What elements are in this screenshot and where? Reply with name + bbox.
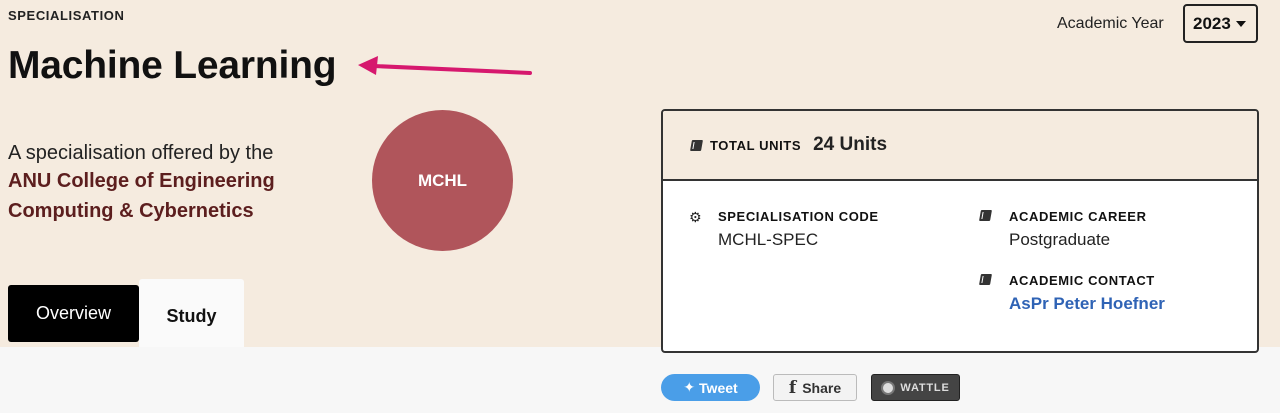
- specialisation-code-field: ⚙ SPECIALISATION CODE MCHL-SPEC: [689, 209, 879, 250]
- total-units-label: TOTAL UNITS: [710, 137, 802, 153]
- book-icon: [979, 210, 992, 221]
- chevron-down-icon: [1235, 20, 1246, 27]
- card-details: ⚙ SPECIALISATION CODE MCHL-SPEC ACADEMIC…: [663, 181, 1257, 351]
- tweet-button[interactable]: ✦ Tweet: [661, 374, 760, 401]
- specialisation-badge: MCHL: [372, 110, 513, 251]
- wattle-icon: [881, 380, 896, 395]
- tab-overview[interactable]: Overview: [8, 285, 139, 342]
- tab-overview-label: Overview: [35, 303, 111, 323]
- book-icon: [690, 139, 703, 151]
- total-units-row: TOTAL UNITS 24 Units: [663, 111, 1257, 181]
- facebook-share-button[interactable]: f Share: [773, 374, 857, 401]
- page-title: Machine Learning: [8, 44, 337, 87]
- offered-by-text: A specialisation offered by the: [8, 142, 274, 164]
- academic-contact-link[interactable]: AsPr Peter Hoefner: [1009, 294, 1165, 314]
- share-label: Share: [802, 379, 842, 396]
- facebook-icon: f: [788, 377, 797, 398]
- tab-study[interactable]: Study: [139, 279, 244, 347]
- specialisation-code-label: SPECIALISATION CODE: [718, 209, 879, 224]
- tweet-label: Tweet: [699, 379, 738, 396]
- academic-career-value: Postgraduate: [1009, 230, 1111, 249]
- page-overline: SPECIALISATION: [8, 8, 125, 23]
- gear-icon: ⚙: [689, 209, 702, 225]
- content-area: [0, 347, 1280, 413]
- academic-career-label: ACADEMIC CAREER: [1009, 209, 1147, 224]
- academic-contact-label: ACADEMIC CONTACT: [1009, 273, 1155, 288]
- wattle-button[interactable]: WATTLE: [871, 374, 960, 401]
- academic-contact-field: ACADEMIC CONTACT AsPr Peter Hoefner: [979, 273, 1165, 314]
- college-link[interactable]: ANU College of Engineering Computing & C…: [8, 166, 328, 226]
- academic-year-label: Academic Year: [1057, 15, 1164, 32]
- academic-year-value: 2023: [1193, 13, 1231, 33]
- academic-career-field: ACADEMIC CAREER Postgraduate: [979, 209, 1147, 250]
- wattle-label: WATTLE: [900, 381, 950, 394]
- book-icon: [979, 274, 992, 285]
- academic-year-select[interactable]: 2023: [1183, 4, 1258, 43]
- total-units-value: 24 Units: [813, 134, 888, 155]
- info-card: TOTAL UNITS 24 Units ⚙ SPECIALISATION CO…: [661, 109, 1259, 353]
- twitter-bird-icon: ✦: [683, 379, 696, 395]
- tab-study-label: Study: [166, 305, 217, 326]
- annotation-arrow-icon: [358, 56, 532, 75]
- badge-label: MCHL: [417, 170, 468, 190]
- specialisation-code-value: MCHL-SPEC: [718, 230, 819, 249]
